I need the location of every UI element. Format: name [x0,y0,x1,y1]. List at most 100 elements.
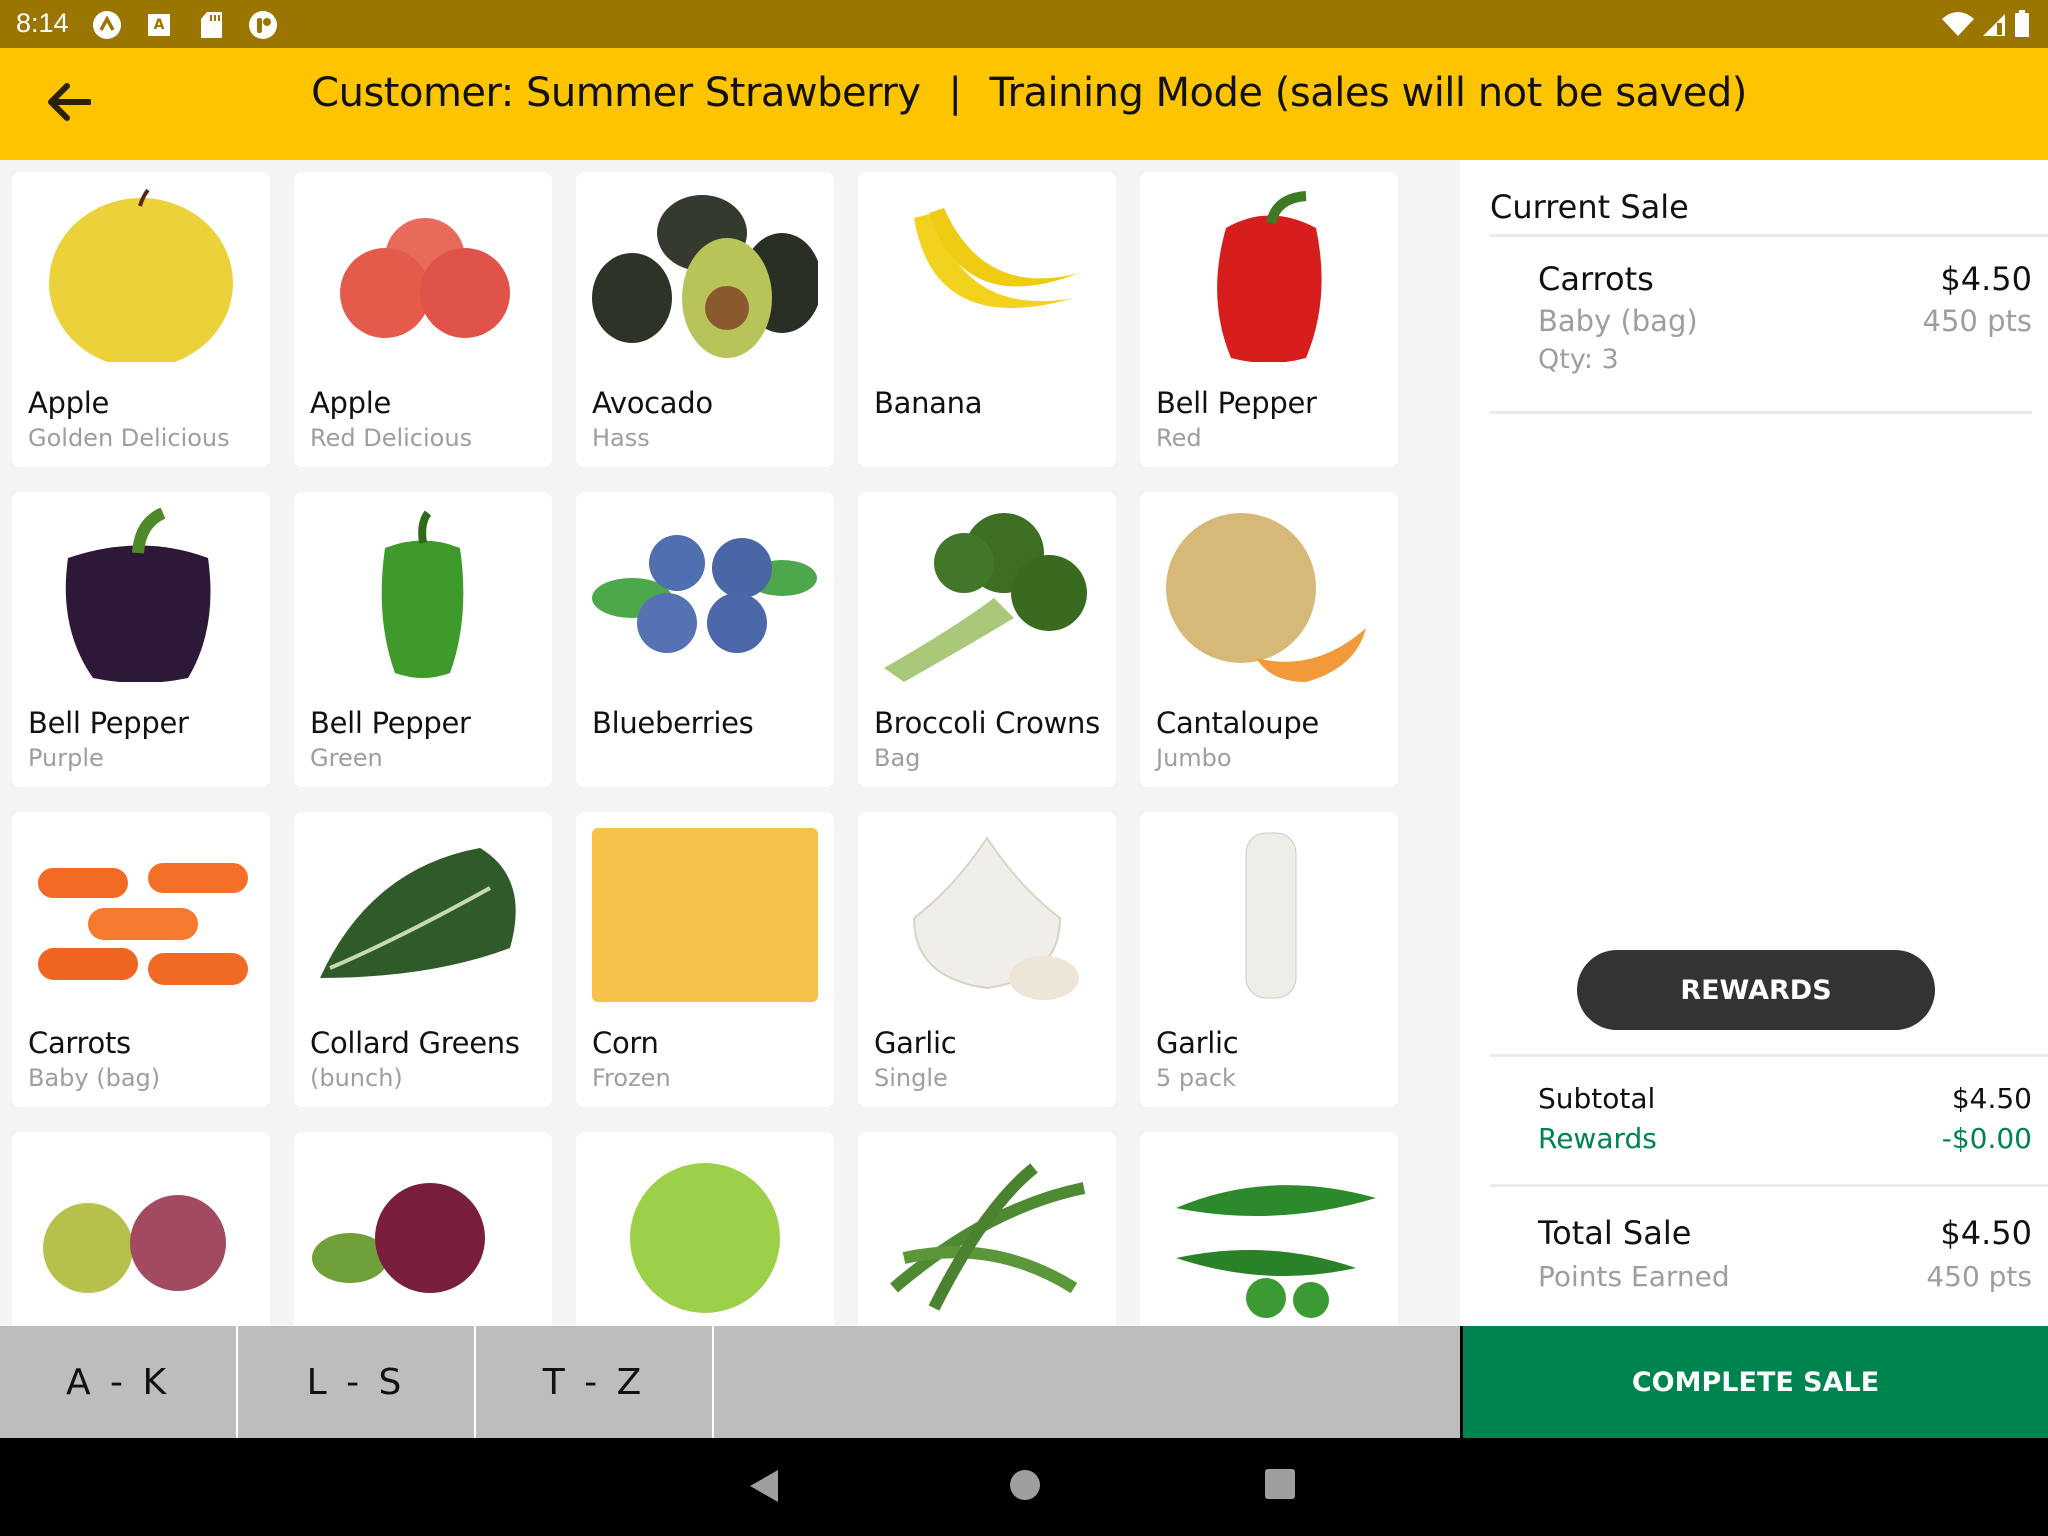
current-sale-title: Current Sale [1490,188,1689,226]
battery-icon [2014,10,2030,42]
app-header: Customer: Summer Strawberry | Training Mod… [0,48,2048,160]
product-card[interactable] [576,1132,834,1326]
collard-greens-image [310,828,536,1002]
product-variant: Baby (bag) [28,1064,161,1092]
golden-apple-image [28,188,254,362]
training-mode-label: Training Mode (sales will not be saved) [989,70,1748,116]
tab-l-s[interactable]: L - S [238,1326,476,1438]
product-variant: Single [874,1064,948,1092]
broccoli-image [874,508,1100,682]
line-item-variant: Baby (bag) [1538,304,1698,338]
rewards-value: -$0.00 [1941,1122,2032,1155]
blueberries-image [592,508,818,682]
system-nav-bar [0,1438,2048,1536]
keyboard-accessibility-icon: A [144,10,174,40]
green-beans-image [874,1148,1100,1322]
product-variant: Hass [592,424,650,452]
product-name: Corn [592,1026,659,1060]
product-name: Cantaloupe [1156,706,1319,740]
jalapenos-image [1156,1148,1382,1322]
product-variant: Jumbo [1156,744,1232,772]
product-card[interactable]: Banana [858,172,1116,467]
product-grid-area[interactable]: Apple Golden Delicious Apple Red Delicious A… [0,160,1460,1326]
total-value: $4.50 [1940,1214,2032,1252]
divider [1490,1054,2048,1057]
frozen-corn-image [592,828,818,1002]
product-card[interactable]: Garlic 5 pack [1140,812,1398,1107]
product-card[interactable]: Bell Pepper Green [294,492,552,787]
baby-carrots-image [28,828,254,1002]
home-circle-icon[interactable] [1008,1468,1042,1506]
product-name: Avocado [592,386,713,420]
product-card[interactable]: Carrots Baby (bag) [12,812,270,1107]
recents-square-icon[interactable] [1264,1468,1296,1504]
subtotal-value: $4.50 [1951,1082,2032,1115]
red-grapes-image [310,1148,536,1322]
svg-text:A: A [154,17,165,33]
status-time: 8:14 [16,8,69,38]
product-name: Garlic [874,1026,957,1060]
product-card[interactable]: Corn Frozen [576,812,834,1107]
subtotal-label: Subtotal [1538,1082,1656,1115]
wifi-icon [1942,11,1974,41]
garlic-bulb-image [874,828,1100,1002]
tab-a-k[interactable]: A - K [0,1326,238,1438]
garlic-pack-image [1156,828,1382,1002]
product-card[interactable]: Bell Pepper Red [1140,172,1398,467]
tab-t-z[interactable]: T - Z [476,1326,714,1438]
back-triangle-icon[interactable] [748,1468,780,1508]
status-notification-icons: A [92,10,278,40]
points-earned-value: 450 pts [1926,1260,2032,1293]
sd-card-icon [196,10,226,40]
product-name: Bell Pepper [28,706,189,740]
alphabet-tab-bar: A - K L - S T - Z [0,1326,1460,1438]
bananas-image [874,188,1100,362]
points-earned-label: Points Earned [1538,1260,1730,1293]
product-card[interactable]: Garlic Single [858,812,1116,1107]
product-card[interactable] [294,1132,552,1326]
product-card[interactable] [1140,1132,1398,1326]
product-variant: 5 pack [1156,1064,1236,1092]
product-name: Banana [874,386,983,420]
product-variant: Green [310,744,383,772]
line-item-qty: Qty: 3 [1538,344,1619,375]
product-name: Apple [310,386,392,420]
complete-sale-button[interactable]: COMPLETE SALE [1463,1326,2048,1438]
product-card[interactable]: Avocado Hass [576,172,834,467]
current-sale-panel: Current Sale Carrots $4.50 Baby (bag) 45… [1460,160,2048,1326]
product-name: Broccoli Crowns [874,706,1100,740]
status-system-icons [1942,10,2030,42]
line-item-name: Carrots [1538,260,1654,298]
product-name: Carrots [28,1026,131,1060]
product-card[interactable]: Cantaloupe Jumbo [1140,492,1398,787]
rewards-button[interactable]: REWARDS [1577,950,1935,1030]
product-card[interactable] [12,1132,270,1326]
product-card[interactable]: Blueberries [576,492,834,787]
red-pepper-image [1156,188,1382,362]
product-variant: (bunch) [310,1064,403,1092]
product-name: Bell Pepper [1156,386,1317,420]
product-card[interactable]: Apple Golden Delicious [12,172,270,467]
green-pepper-image [310,508,536,682]
product-variant: Golden Delicious [28,424,230,452]
product-card[interactable]: Broccoli Crowns Bag [858,492,1116,787]
title-separator: | [948,70,962,116]
sale-line-item[interactable]: Carrots $4.50 Baby (bag) 450 pts Qty: 3 [1490,236,2032,396]
product-name: Collard Greens [310,1026,520,1060]
line-item-points: 450 pts [1922,304,2032,338]
status-bar: 8:14 A [0,0,2048,48]
product-card[interactable]: Collard Greens (bunch) [294,812,552,1107]
rewards-label: Rewards [1538,1122,1657,1155]
product-card[interactable]: Apple Red Delicious [294,172,552,467]
product-card[interactable] [858,1132,1116,1326]
product-grid: Apple Golden Delicious Apple Red Delicious A… [12,172,1398,1326]
product-name: Garlic [1156,1026,1239,1060]
product-variant: Purple [28,744,104,772]
divider [1490,1184,2048,1187]
product-card[interactable]: Bell Pepper Purple [12,492,270,787]
total-label: Total Sale [1538,1214,1692,1252]
line-item-price: $4.50 [1940,260,2032,298]
product-name: Bell Pepper [310,706,471,740]
avocados-image [592,188,818,362]
product-name: Apple [28,386,110,420]
